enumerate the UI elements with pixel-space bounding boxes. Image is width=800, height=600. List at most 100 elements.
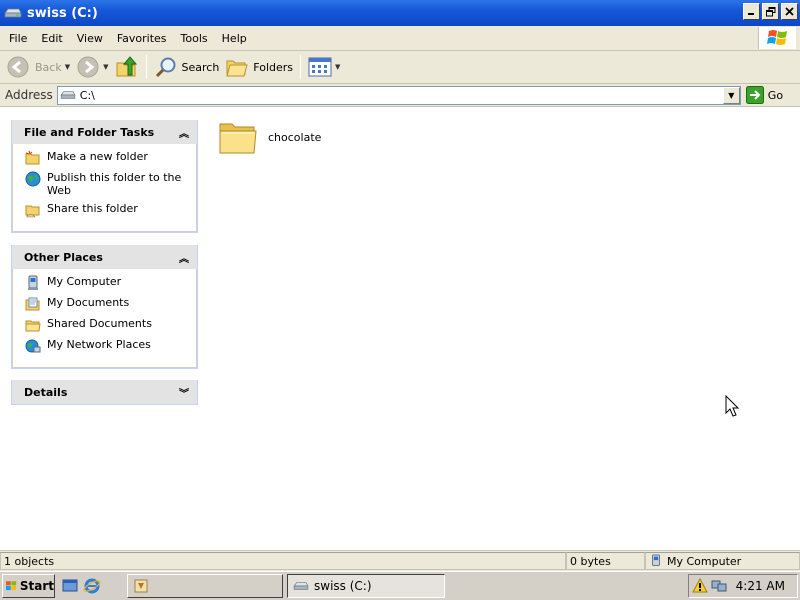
my-computer-link[interactable]: My Computer <box>25 275 196 291</box>
publish-folder-link[interactable]: Publish this folder to the Web <box>25 171 196 197</box>
toolbar-separator <box>145 55 147 79</box>
forward-button[interactable]: ▼ <box>73 53 111 81</box>
my-documents-icon <box>25 297 40 311</box>
minimize-icon <box>748 13 754 15</box>
search-label: Search <box>181 60 220 74</box>
address-label: Address <box>5 88 53 102</box>
globe-publish-icon <box>25 171 41 187</box>
other-places-header[interactable]: Other Places ︽ <box>12 245 197 269</box>
status-bar: 1 objects 0 bytes My Computer <box>0 550 800 571</box>
collapse-icon[interactable]: ︽ <box>179 250 189 265</box>
new-folder-icon <box>25 150 40 165</box>
my-computer-icon <box>28 275 38 290</box>
place-link-label: My Computer <box>47 275 122 288</box>
menu-edit[interactable]: Edit <box>34 32 69 45</box>
up-folder-icon <box>116 56 137 77</box>
status-size: 0 bytes <box>566 552 645 570</box>
panel-title: Other Places <box>24 250 103 264</box>
forward-dropdown-icon[interactable]: ▼ <box>103 63 108 71</box>
expand-icon[interactable]: ︾ <box>179 385 189 400</box>
menu-tools[interactable]: Tools <box>174 32 215 45</box>
task-link-label: Publish this folder to the Web <box>47 171 182 197</box>
other-places-panel: Other Places ︽ My Computer My Documents <box>11 245 198 369</box>
windows-logo-icon <box>758 27 796 49</box>
panel-title: Details <box>24 385 68 399</box>
address-bar: Address C:\ ▼ Go <box>0 84 800 107</box>
folders-icon <box>226 60 248 77</box>
menu-bar: File Edit View Favorites Tools Help <box>0 26 800 51</box>
toolbar-separator <box>300 55 302 79</box>
address-dropdown-button[interactable]: ▼ <box>722 86 740 104</box>
menu-file[interactable]: File <box>2 32 34 45</box>
menu-help[interactable]: Help <box>215 32 254 45</box>
place-link-label: Shared Documents <box>47 317 152 330</box>
network-tray-icon[interactable] <box>711 578 727 594</box>
windows-flag-icon <box>6 581 17 591</box>
file-folder-tasks-panel: File and Folder Tasks ︽ Make a new folde… <box>11 120 198 233</box>
folder-item[interactable]: chocolate <box>218 118 321 156</box>
drive-icon <box>293 582 309 590</box>
network-places-icon <box>25 339 41 353</box>
make-new-folder-link[interactable]: Make a new folder <box>25 150 196 166</box>
menu-view[interactable]: View <box>70 32 110 45</box>
taskbar-app-button[interactable] <box>127 574 283 598</box>
collapse-icon[interactable]: ︽ <box>179 125 189 140</box>
folders-button[interactable]: Folders <box>222 53 296 81</box>
security-alert-icon[interactable] <box>692 578 708 594</box>
menu-favorites[interactable]: Favorites <box>110 32 174 45</box>
folder-name: chocolate <box>268 130 322 144</box>
drive-icon <box>4 8 22 18</box>
start-label: Start <box>19 579 54 593</box>
app-icon <box>134 579 148 593</box>
my-network-places-link[interactable]: My Network Places <box>25 338 196 354</box>
views-button[interactable]: ▼ <box>305 53 343 81</box>
folder-icon <box>219 123 257 154</box>
shared-documents-link[interactable]: Shared Documents <box>25 317 196 333</box>
folders-label: Folders <box>253 60 294 74</box>
address-input[interactable]: C:\ ▼ <box>56 85 741 105</box>
window-title: swiss (C:) <box>27 5 98 21</box>
search-button[interactable]: Search <box>151 53 223 81</box>
minimize-button[interactable] <box>743 3 760 20</box>
chevron-down-icon: ▼ <box>728 90 735 100</box>
share-folder-link[interactable]: Share this folder <box>25 202 196 218</box>
status-objects-text: 1 objects <box>4 554 55 568</box>
taskbar-window-button[interactable]: swiss (C:) <box>287 574 445 598</box>
file-list-view[interactable]: chocolate <box>210 108 800 550</box>
back-dropdown-icon[interactable]: ▼ <box>65 63 70 71</box>
start-button[interactable]: Start <box>2 574 55 598</box>
task-pane: File and Folder Tasks ︽ Make a new folde… <box>0 108 210 550</box>
internet-explorer-icon[interactable] <box>83 577 101 595</box>
go-arrow-icon <box>745 86 764 104</box>
place-link-label: My Network Places <box>47 338 151 351</box>
title-bar: swiss (C:) <box>0 0 800 26</box>
system-tray: 4:21 AM <box>688 574 798 598</box>
shared-documents-icon <box>25 320 41 332</box>
back-button[interactable]: Back ▼ <box>3 53 73 81</box>
back-label: Back <box>35 60 62 74</box>
forward-arrow-icon <box>77 56 99 78</box>
go-button[interactable]: Go <box>745 86 783 104</box>
show-desktop-icon[interactable] <box>61 577 79 595</box>
views-dropdown-icon[interactable]: ▼ <box>335 63 340 71</box>
taskbar: Start swiss (C:) 4:21 AM <box>0 571 800 600</box>
mouse-cursor-icon <box>725 395 740 417</box>
my-documents-link[interactable]: My Documents <box>25 296 196 312</box>
task-link-label: Share this folder <box>47 202 138 215</box>
status-location-text: My Computer <box>667 554 742 568</box>
status-size-text: 0 bytes <box>570 554 611 568</box>
up-folder-button[interactable] <box>112 53 142 81</box>
drive-icon <box>60 91 76 99</box>
place-link-label: My Documents <box>47 296 130 309</box>
views-icon <box>308 57 332 77</box>
panel-title: File and Folder Tasks <box>24 125 155 139</box>
status-object-count: 1 objects <box>0 552 566 570</box>
my-computer-icon <box>652 554 660 566</box>
file-folder-tasks-header[interactable]: File and Folder Tasks ︽ <box>12 120 197 144</box>
details-header[interactable]: Details ︾ <box>12 380 197 404</box>
restore-button[interactable] <box>762 3 779 20</box>
share-folder-icon <box>25 205 40 218</box>
clock: 4:21 AM <box>735 579 785 593</box>
status-location: My Computer <box>645 552 800 570</box>
close-button[interactable] <box>781 3 798 20</box>
